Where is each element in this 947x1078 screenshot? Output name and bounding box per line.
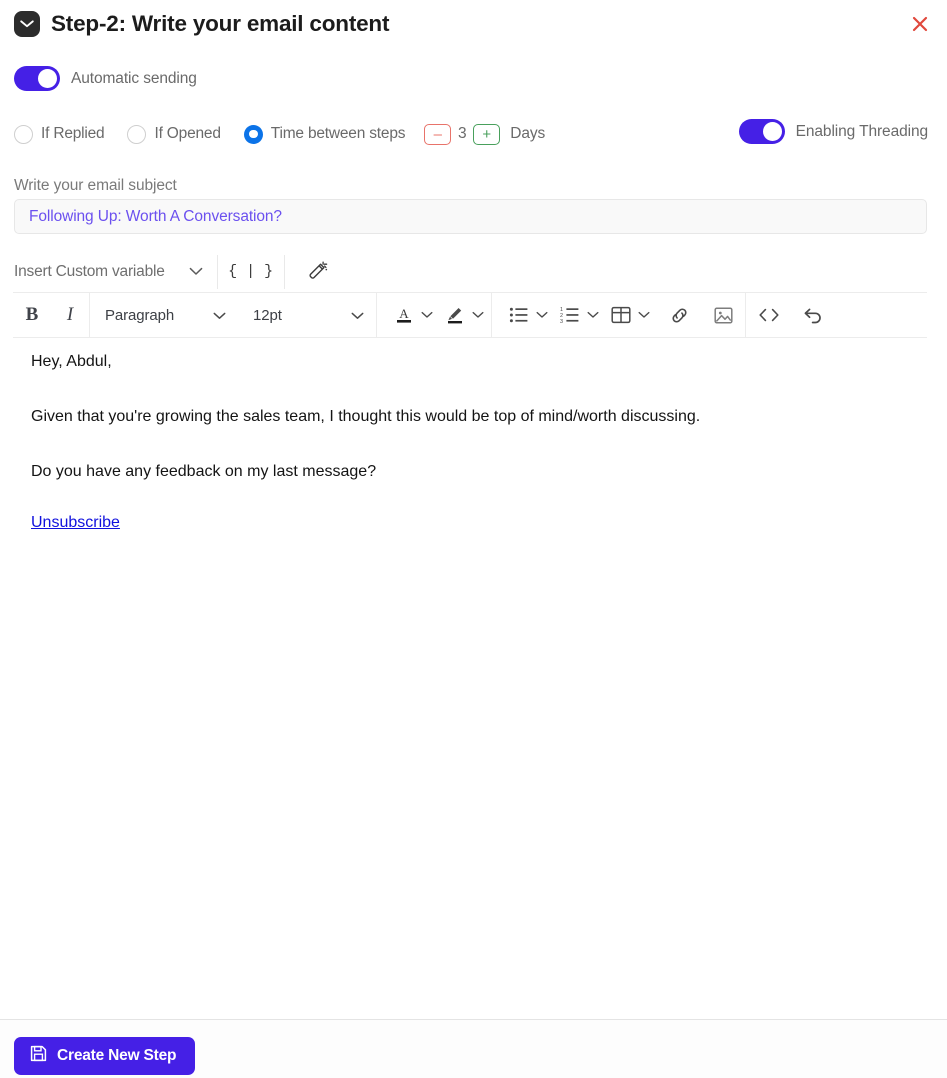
editor-toolbar: B I Paragraph 12pt A 1 2 3 xyxy=(13,292,927,338)
bold-button[interactable]: B xyxy=(13,292,51,338)
numbered-list-control[interactable]: 1 2 3 xyxy=(555,292,606,338)
font-size-value: 12pt xyxy=(253,306,282,324)
automatic-sending-row: Automatic sending xyxy=(14,66,197,91)
email-paragraph-2: Do you have any feedback on my last mess… xyxy=(31,462,377,480)
chevron-down-icon xyxy=(213,307,226,324)
insert-custom-variable-label: Insert Custom variable xyxy=(14,262,165,280)
radio-time-between-steps[interactable]: Time between steps xyxy=(243,124,406,144)
chevron-down-icon xyxy=(351,307,364,324)
radio-time-between-steps-indicator xyxy=(243,124,263,144)
block-format-value: Paragraph xyxy=(105,306,175,324)
page-title: Step-2: Write your email content xyxy=(51,11,389,37)
numbered-list-icon[interactable]: 1 2 3 xyxy=(555,292,585,338)
radio-time-between-steps-label: Time between steps xyxy=(270,125,406,142)
radio-if-replied[interactable]: If Replied xyxy=(14,124,105,144)
unsubscribe-link[interactable]: Unsubscribe xyxy=(31,514,120,531)
font-size-select[interactable]: 12pt xyxy=(238,292,376,338)
radio-if-opened[interactable]: If Opened xyxy=(127,124,221,144)
text-color-icon[interactable]: A xyxy=(389,292,419,338)
curly-braces-icon[interactable]: { | } xyxy=(218,253,284,291)
condition-options-row: If Replied If Opened Time between steps … xyxy=(14,120,545,148)
save-icon xyxy=(30,1045,47,1067)
svg-text:A: A xyxy=(399,306,409,321)
dialog-footer: Create New Step xyxy=(0,1020,947,1078)
enabling-threading-row: Enabling Threading xyxy=(738,119,928,144)
radio-if-replied-label: If Replied xyxy=(41,125,105,142)
variable-bar: Insert Custom variable { | } xyxy=(0,252,947,291)
magic-wand-icon[interactable] xyxy=(285,253,351,291)
days-unit-label: Days xyxy=(510,125,546,142)
page-title-text: Write your email content xyxy=(131,11,390,36)
automatic-sending-label: Automatic sending xyxy=(71,69,197,87)
insert-custom-variable-select[interactable]: Insert Custom variable xyxy=(14,263,217,281)
subject-input[interactable]: Following Up: Worth A Conversation? xyxy=(14,199,927,234)
dialog-header: Step-2: Write your email content xyxy=(0,0,947,48)
email-body-editor[interactable]: Hey, Abdul, Given that you're growing th… xyxy=(13,339,927,995)
bullet-list-caret-icon[interactable] xyxy=(534,311,555,319)
enabling-threading-label: Enabling Threading xyxy=(795,122,928,140)
block-format-select[interactable]: Paragraph xyxy=(90,292,238,338)
toolbar-group-text-style: B I xyxy=(13,292,89,338)
create-new-step-label: Create New Step xyxy=(57,1047,177,1064)
highlight-color-control[interactable] xyxy=(440,292,491,338)
enabling-threading-toggle[interactable] xyxy=(738,119,785,144)
email-greeting: Hey, Abdul, xyxy=(31,353,112,370)
table-caret-icon[interactable] xyxy=(636,311,657,319)
link-icon[interactable] xyxy=(657,292,701,338)
undo-icon[interactable] xyxy=(792,292,834,338)
mail-icon xyxy=(14,11,40,37)
increment-days-button[interactable]: + xyxy=(473,123,501,145)
table-icon[interactable] xyxy=(606,292,636,338)
days-stepper: – 3 + xyxy=(424,123,501,145)
step-label: Step-2: xyxy=(51,11,126,36)
bullet-list-control[interactable] xyxy=(492,292,555,338)
subject-input-value: Following Up: Worth A Conversation? xyxy=(29,207,282,225)
highlight-color-icon[interactable] xyxy=(440,292,470,338)
italic-button[interactable]: I xyxy=(51,292,89,338)
numbered-list-caret-icon[interactable] xyxy=(585,311,606,319)
create-new-step-button[interactable]: Create New Step xyxy=(14,1037,196,1075)
email-paragraph-1: Given that you're growing the sales team… xyxy=(31,407,701,425)
radio-if-opened-label: If Opened xyxy=(154,125,221,142)
table-control[interactable] xyxy=(606,292,657,338)
close-icon[interactable] xyxy=(907,11,933,37)
radio-if-opened-indicator xyxy=(127,124,147,144)
decrement-days-button[interactable]: – xyxy=(424,123,452,145)
code-icon[interactable] xyxy=(746,292,792,338)
text-color-control[interactable]: A xyxy=(377,292,440,338)
automatic-sending-toggle[interactable] xyxy=(14,66,60,91)
highlight-color-caret-icon[interactable] xyxy=(470,311,491,319)
days-value: 3 xyxy=(457,125,467,142)
svg-text:3: 3 xyxy=(560,319,563,324)
chevron-down-icon xyxy=(189,263,203,281)
curly-braces-label: { | } xyxy=(228,263,274,280)
toggle-knob xyxy=(762,122,782,141)
bullet-list-icon[interactable] xyxy=(504,292,534,338)
text-color-caret-icon[interactable] xyxy=(419,311,440,319)
image-icon[interactable] xyxy=(701,292,745,338)
email-step-editor-dialog: Step-2: Write your email content Automat… xyxy=(0,0,947,1078)
toggle-knob xyxy=(38,69,57,88)
radio-if-replied-indicator xyxy=(14,124,33,144)
subject-field-label: Write your email subject xyxy=(14,177,177,194)
